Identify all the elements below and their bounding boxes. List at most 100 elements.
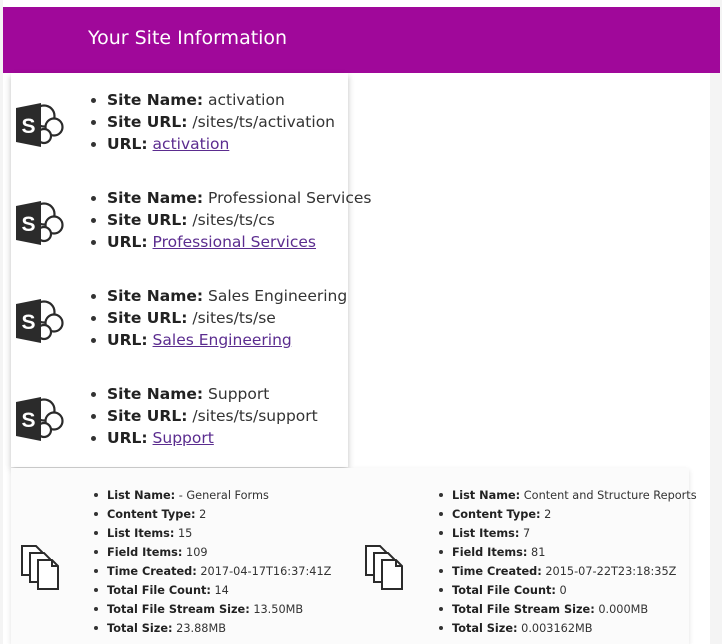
stat-label: Total File Count:: [452, 584, 556, 597]
site-details: Site Name: Support Site URL: /sites/ts/s…: [91, 383, 318, 449]
list-details: List Name: - General Forms Content Type:…: [93, 486, 332, 638]
list-stat-item: List Items: 7: [439, 524, 697, 543]
stat-label: Content Type:: [107, 508, 196, 521]
list-stat-item: List Name: - General Forms: [93, 486, 331, 505]
site-url-value: /sites/ts/activation: [192, 113, 335, 131]
site-details: Site Name: activation Site URL: /sites/t…: [91, 89, 335, 155]
stat-label: List Name:: [452, 489, 521, 502]
stat-label: Total File Stream Size:: [452, 603, 595, 616]
url-label: URL:: [107, 331, 148, 349]
site-link[interactable]: Professional Services: [153, 233, 316, 251]
svg-text:S: S: [21, 213, 35, 236]
stat-value: 7: [523, 527, 531, 540]
site-url-value: /sites/ts/se: [192, 309, 276, 327]
site-details: Site Name: Professional Services Site UR…: [90, 187, 372, 253]
stat-value: 2015-07-22T23:18:35Z: [545, 565, 677, 578]
site-details: Site Name: Sales Engineering Site URL: /…: [90, 285, 348, 351]
list-block: List Name: - General Forms Content Type:…: [11, 468, 351, 644]
sharepoint-logo-icon: S: [16, 103, 64, 147]
list-stat-item: Time Created: 2015-07-22T23:18:35Z: [439, 562, 697, 581]
stat-label: List Name:: [107, 489, 176, 502]
lists-card: List Name: - General Forms Content Type:…: [11, 468, 697, 644]
site-name-label: Site Name:: [107, 189, 204, 207]
site-name-label: Site Name:: [107, 287, 204, 305]
url-item: URL: Support: [91, 427, 318, 449]
site-entry: S Site Name: Support Site URL: /sites/ts…: [11, 383, 348, 463]
list-stat-item: Content Type: 2: [439, 505, 697, 524]
site-name-value: Sales Engineering: [208, 287, 348, 305]
url-item: URL: Professional Services: [90, 231, 371, 253]
stat-label: Time Created:: [107, 565, 197, 578]
list-stat-item: Field Items: 81: [439, 543, 697, 562]
stat-label: Time Created:: [452, 565, 542, 578]
url-label: URL:: [107, 429, 148, 447]
list-stat-item: Total Size: 23.88MB: [93, 619, 331, 638]
stat-label: Total File Stream Size:: [107, 603, 250, 616]
site-url-item: Site URL: /sites/ts/se: [90, 307, 347, 329]
list-stat-item: Field Items: 109: [93, 543, 331, 562]
stat-label: Total Size:: [452, 622, 518, 635]
sharepoint-logo-icon: S: [16, 299, 64, 343]
sites-card: S Site Name: activation Site URL: /sites…: [11, 73, 371, 467]
stat-label: Content Type:: [452, 508, 541, 521]
site-name-item: Site Name: Sales Engineering: [90, 285, 348, 307]
site-name-label: Site Name:: [107, 91, 204, 109]
stat-label: Field Items:: [452, 546, 528, 559]
stat-value: 0.000MB: [598, 603, 649, 616]
list-stat-item: Total File Stream Size: 0.000MB: [439, 600, 697, 619]
site-name-value: Professional Services: [208, 189, 372, 207]
stat-value: 0.003162MB: [521, 622, 593, 635]
stat-value: - General Forms: [178, 489, 269, 502]
site-url-value: /sites/ts/support: [192, 407, 318, 425]
list-stat-item: Total File Stream Size: 13.50MB: [93, 600, 331, 619]
stat-label: Total File Count:: [107, 584, 211, 597]
url-label: URL:: [107, 135, 148, 153]
site-url-item: Site URL: /sites/ts/support: [91, 405, 318, 427]
site-url-label: Site URL:: [107, 407, 188, 425]
stat-value: 2: [544, 508, 552, 521]
stat-value: 13.50MB: [253, 603, 304, 616]
stat-value: 2: [199, 508, 207, 521]
stat-value: 14: [214, 584, 229, 597]
site-link[interactable]: Support: [153, 429, 214, 447]
stat-value: 23.88MB: [176, 622, 226, 635]
stat-value: 81: [531, 546, 546, 559]
list-stat-item: Total File Count: 0: [439, 581, 697, 600]
stat-value: 0: [559, 584, 567, 597]
page-header: Your Site Information: [3, 7, 720, 73]
site-name-value: activation: [208, 91, 285, 109]
list-stat-item: Time Created: 2017-04-17T16:37:41Z: [93, 562, 332, 581]
sharepoint-logo-icon: S: [16, 201, 64, 245]
site-entry: S Site Name: activation Site URL: /sites…: [11, 89, 348, 169]
document-library-icon: [365, 545, 403, 590]
site-name-item: Site Name: Professional Services: [90, 187, 372, 209]
site-name-label: Site Name:: [107, 385, 204, 403]
list-stat-item: Total File Count: 14: [93, 581, 331, 600]
stat-value: Content and Structure Reports: [523, 489, 697, 502]
list-stat-item: Content Type: 2: [93, 505, 331, 524]
list-block: List Name: Content and Structure Reports…: [351, 468, 697, 644]
site-url-item: Site URL: /sites/ts/activation: [91, 111, 335, 133]
site-link[interactable]: Sales Engineering: [153, 331, 292, 349]
stat-label: List Items:: [452, 527, 520, 540]
site-name-item: Site Name: Support: [91, 383, 318, 405]
site-url-label: Site URL:: [107, 309, 188, 327]
url-item: URL: Sales Engineering: [90, 329, 347, 351]
stat-value: 109: [186, 546, 208, 559]
svg-text:S: S: [21, 311, 35, 334]
stat-value: 15: [178, 527, 193, 540]
stat-label: List Items:: [107, 527, 175, 540]
stat-value: 2017-04-17T16:37:41Z: [200, 565, 332, 578]
document-library-icon: [21, 545, 59, 590]
site-link[interactable]: activation: [153, 135, 230, 153]
stat-label: Field Items:: [107, 546, 183, 559]
site-url-value: /sites/ts/cs: [192, 211, 275, 229]
url-item: URL: activation: [91, 133, 335, 155]
list-details: List Name: Content and Structure Reports…: [439, 486, 697, 638]
list-stat-item: List Items: 15: [93, 524, 331, 543]
site-entry: S Site Name: Sales Engineering Site URL:…: [11, 285, 348, 365]
svg-text:S: S: [21, 115, 35, 138]
site-name-item: Site Name: activation: [91, 89, 335, 111]
sharepoint-logo-icon: S: [16, 397, 64, 441]
site-url-label: Site URL:: [107, 211, 188, 229]
